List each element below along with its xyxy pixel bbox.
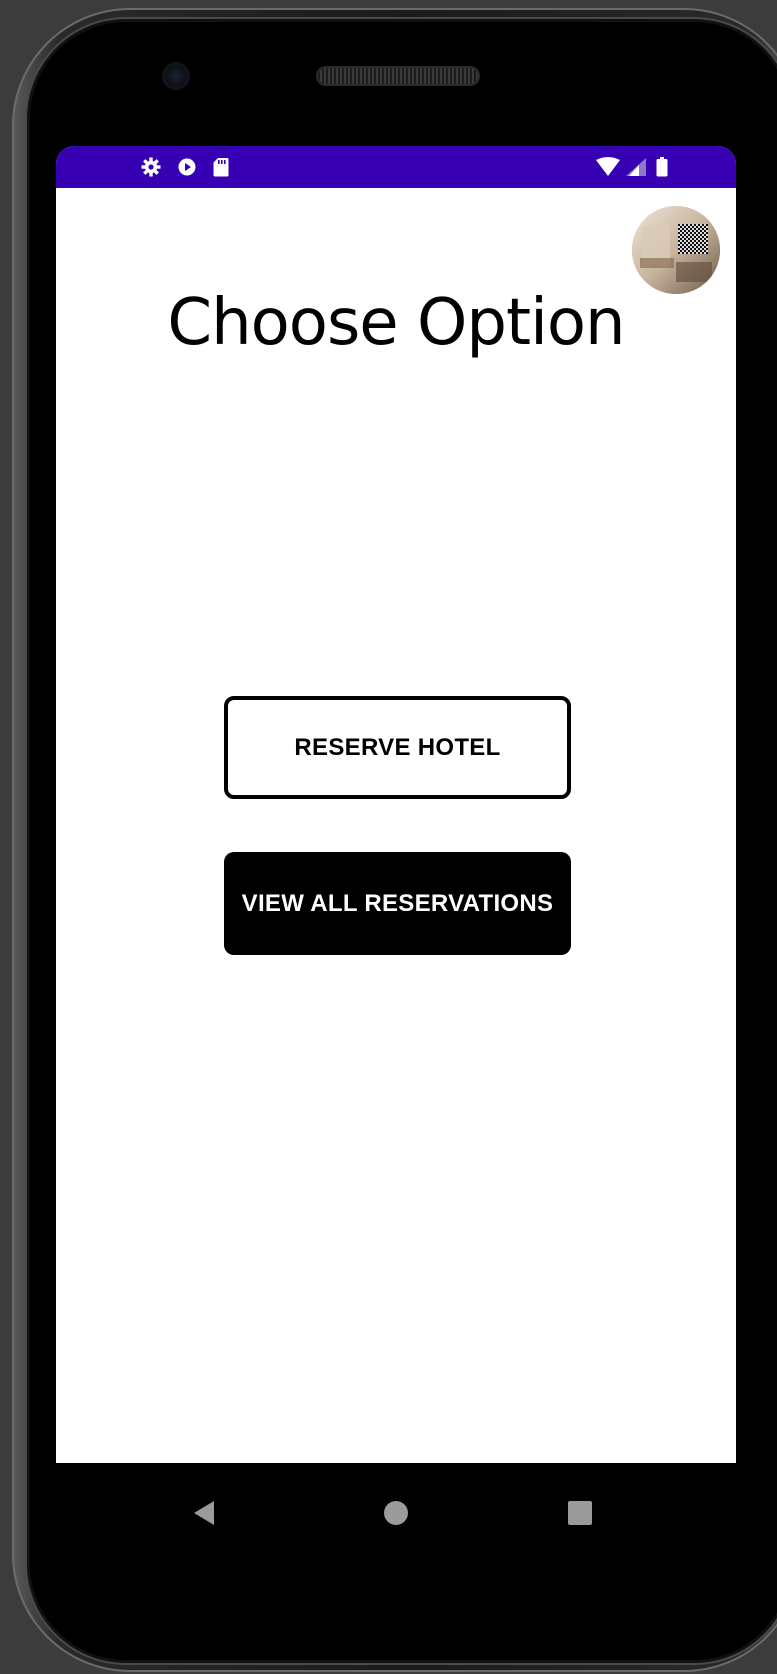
device-screen: Choose Option RESERVE HOTEL VIEW ALL RES… [56,146,736,1463]
settings-gear-icon [140,157,162,177]
play-protect-icon [176,157,198,177]
emulator-stage: Choose Option RESERVE HOTEL VIEW ALL RES… [0,0,777,1674]
avatar-photo [632,206,720,294]
home-circle-icon[interactable] [376,1493,416,1533]
earpiece-speaker [316,66,480,86]
status-bar [56,146,736,188]
view-all-reservations-label: VIEW ALL RESERVATIONS [241,889,554,917]
profile-avatar[interactable] [632,206,720,294]
recents-square-icon[interactable] [560,1493,600,1533]
front-camera [164,64,188,88]
sd-card-icon [212,157,230,177]
cell-signal-icon [624,157,648,177]
page-title: Choose Option [167,286,625,360]
wifi-icon [594,157,622,177]
battery-icon [654,157,670,177]
reserve-hotel-label: RESERVE HOTEL [294,733,501,761]
reserve-hotel-button[interactable]: RESERVE HOTEL [224,696,571,799]
navigation-bar [56,1463,736,1573]
back-triangle-icon[interactable] [184,1493,224,1533]
view-all-reservations-button[interactable]: VIEW ALL RESERVATIONS [224,852,571,955]
